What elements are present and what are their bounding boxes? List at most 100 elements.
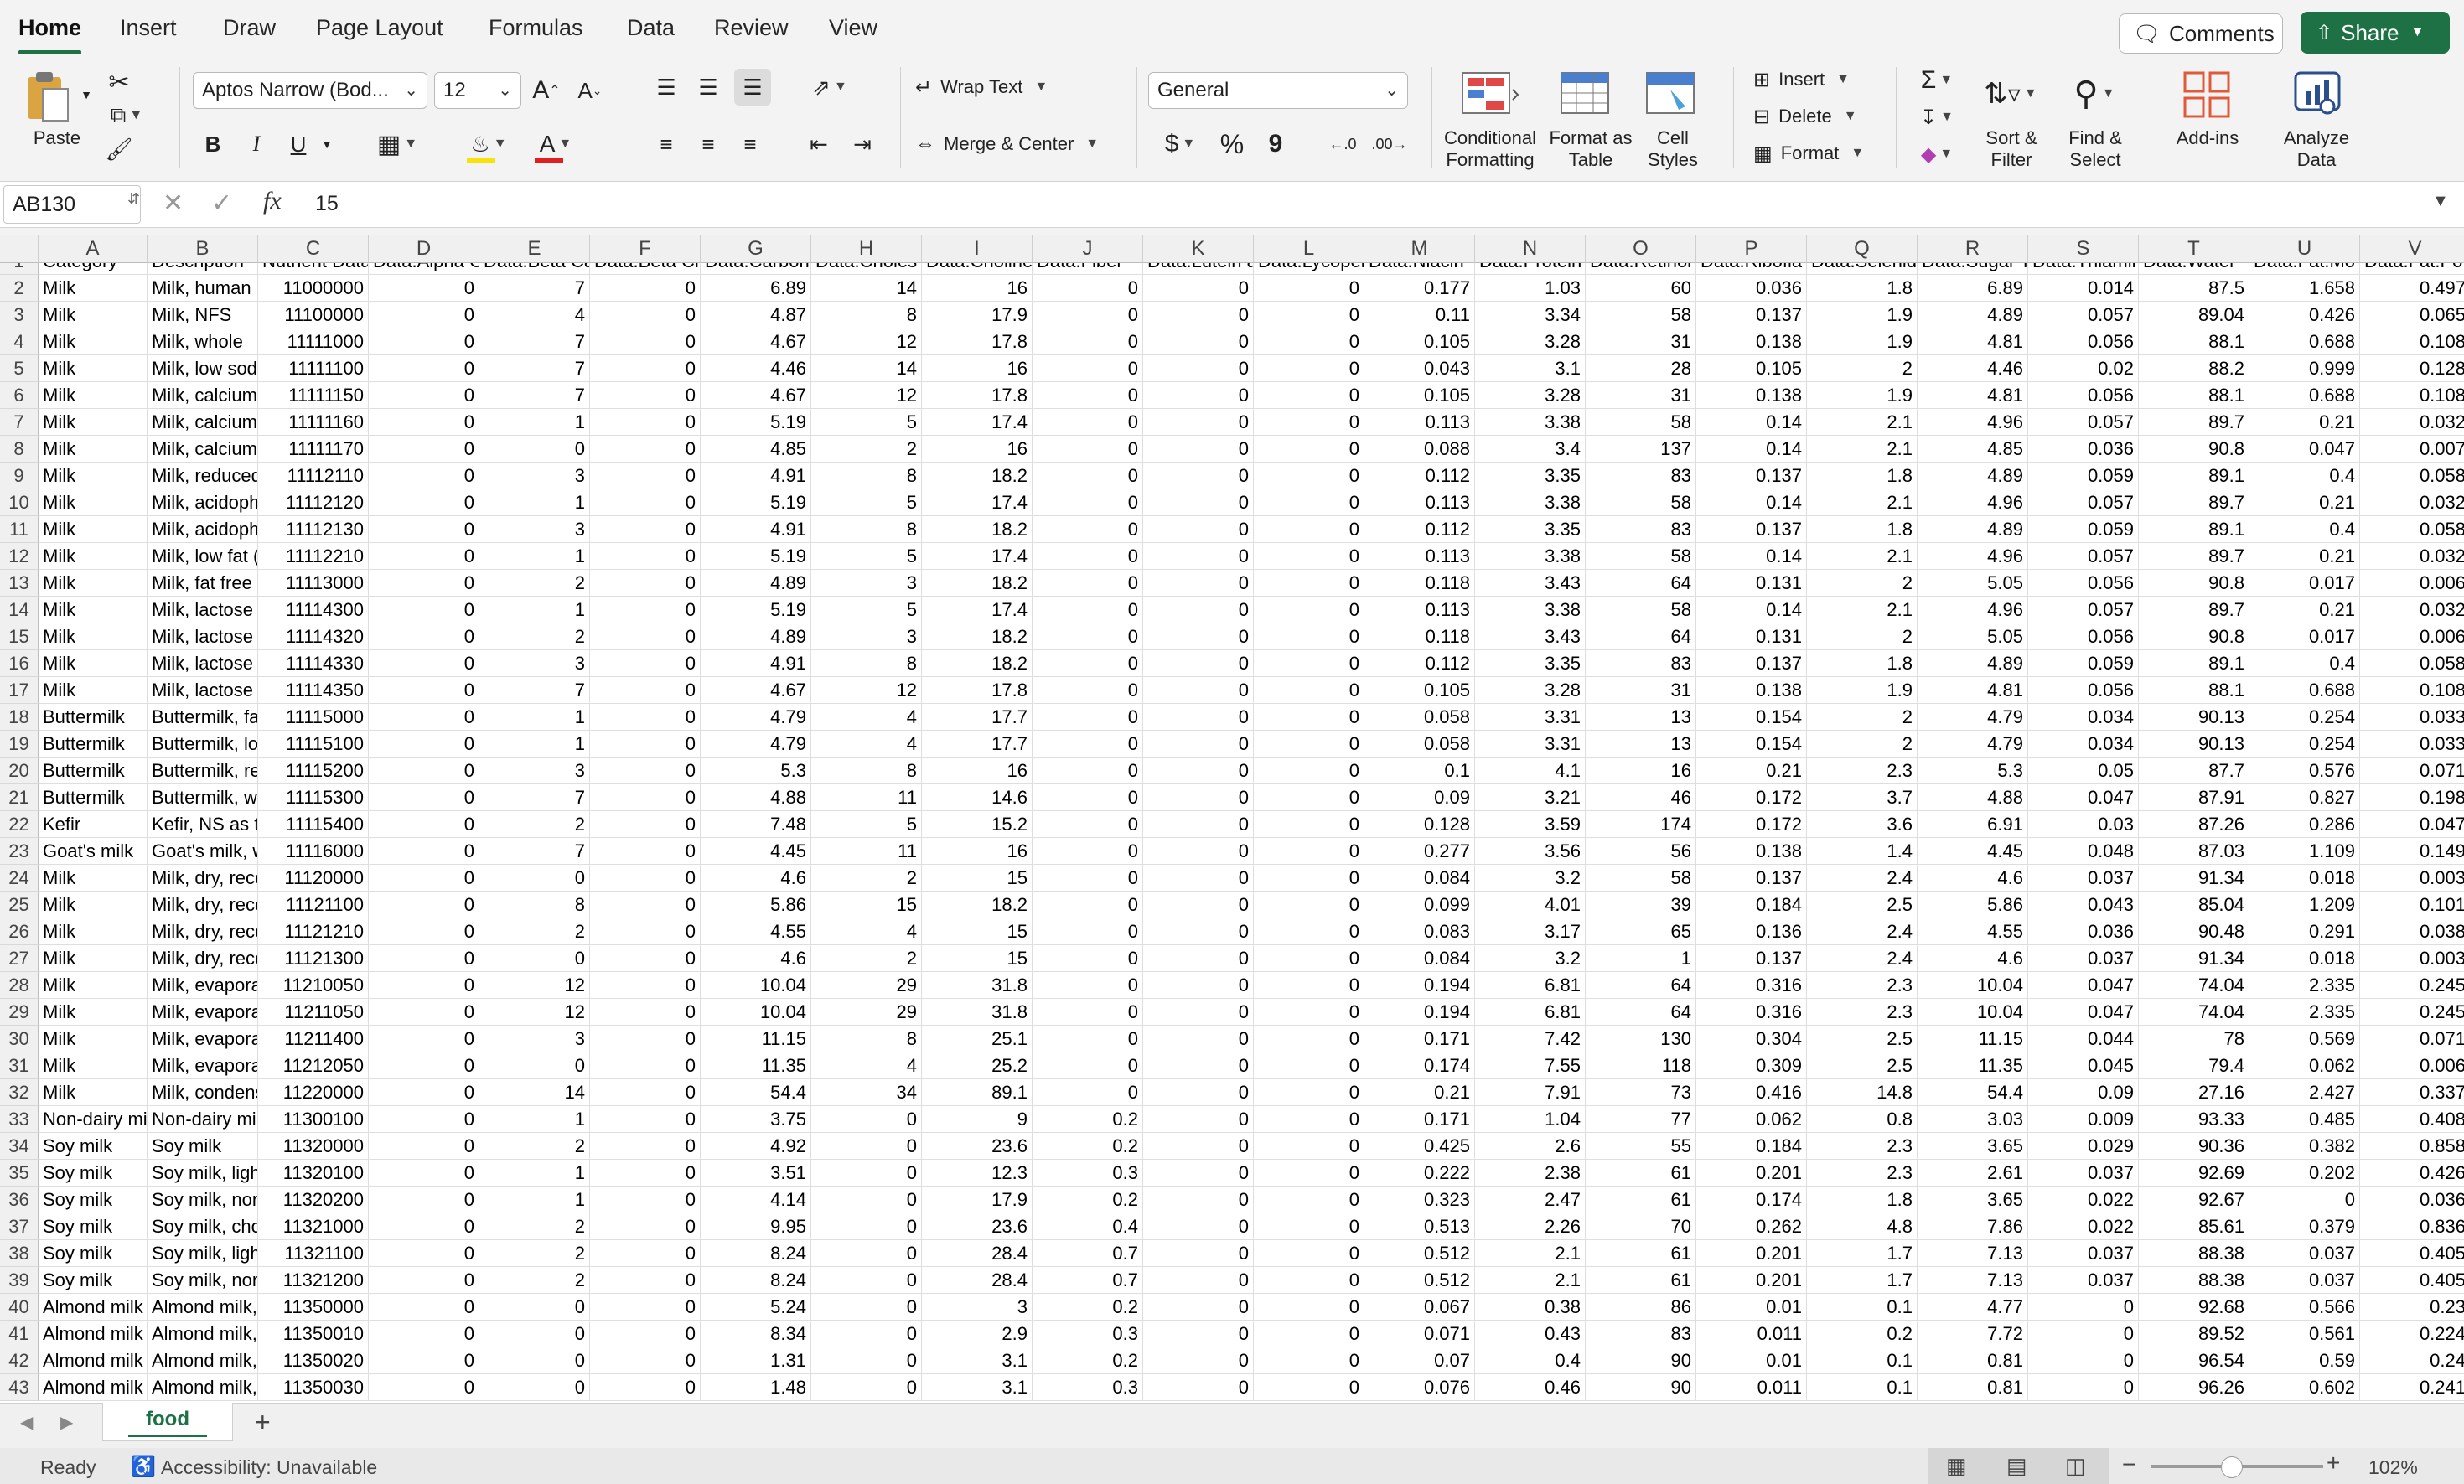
table-cell[interactable]: 18.2	[922, 516, 1033, 543]
table-cell[interactable]: 0	[1143, 1347, 1254, 1374]
table-cell[interactable]: 31.8	[922, 972, 1033, 999]
table-cell[interactable]: Milk	[39, 302, 148, 328]
table-cell[interactable]: 0	[1254, 355, 1364, 382]
table-cell[interactable]: 0	[1033, 838, 1143, 865]
table-cell[interactable]: 0.131	[1696, 623, 1807, 650]
table-cell[interactable]: 88.2	[2139, 355, 2249, 382]
table-cell[interactable]: 0	[1143, 677, 1254, 704]
table-cell[interactable]: 0.017	[2249, 570, 2360, 597]
table-cell[interactable]: 0	[590, 704, 701, 731]
table-cell[interactable]: 29	[811, 999, 922, 1026]
scroll-right-icon[interactable]: ▶	[60, 1412, 73, 1433]
table-cell[interactable]: 2.3	[1807, 999, 1918, 1026]
table-cell[interactable]: 137	[1586, 436, 1696, 463]
table-cell[interactable]: 27.16	[2139, 1079, 2249, 1106]
table-cell[interactable]: Buttermilk, fa	[148, 704, 258, 731]
table-cell[interactable]: 0	[811, 1160, 922, 1187]
table-cell[interactable]: 0	[1143, 650, 1254, 677]
table-cell[interactable]: 0.128	[1364, 811, 1475, 838]
table-cell[interactable]: 0.2	[1033, 1294, 1143, 1321]
table-cell[interactable]: 5	[811, 409, 922, 436]
table-cell[interactable]: 11	[811, 838, 922, 865]
row-header[interactable]: 32	[0, 1079, 39, 1106]
table-cell[interactable]: 5	[811, 543, 922, 570]
table-cell[interactable]: 39	[1586, 892, 1696, 918]
table-cell[interactable]: 54.4	[701, 1079, 811, 1106]
table-cell[interactable]: Milk	[39, 865, 148, 892]
table-cell[interactable]: 4.85	[701, 436, 811, 463]
table-cell[interactable]: 0	[590, 570, 701, 597]
table-cell[interactable]: 11114350	[258, 677, 369, 704]
table-cell[interactable]: 4.79	[701, 704, 811, 731]
table-cell[interactable]: 0.105	[1696, 355, 1807, 382]
table-cell[interactable]: 0	[1143, 1213, 1254, 1240]
table-cell[interactable]: 3.43	[1475, 570, 1586, 597]
table-cell[interactable]: Milk	[39, 516, 148, 543]
column-header-i[interactable]: I	[922, 235, 1033, 263]
table-cell[interactable]: 10.04	[701, 972, 811, 999]
table-cell[interactable]: 2.335	[2249, 999, 2360, 1026]
table-cell[interactable]: 0	[811, 1374, 922, 1401]
table-cell[interactable]: 1	[479, 731, 590, 758]
table-cell[interactable]: 0.21	[1696, 758, 1807, 784]
table-cell[interactable]: 0.138	[1696, 838, 1807, 865]
table-cell[interactable]: 0	[590, 999, 701, 1026]
table-cell[interactable]: 18.2	[922, 570, 1033, 597]
table-cell[interactable]: 0.056	[2028, 677, 2139, 704]
table-cell[interactable]: 0.036	[2360, 1187, 2464, 1213]
table-cell[interactable]: Milk	[39, 597, 148, 623]
table-cell[interactable]: 3.7	[1807, 784, 1918, 811]
table-cell[interactable]: 0	[590, 516, 701, 543]
format-painter-icon[interactable]: 🖌	[104, 134, 134, 164]
table-cell[interactable]: 0.836	[2360, 1213, 2464, 1240]
table-cell[interactable]: 11000000	[258, 275, 369, 302]
row-header[interactable]: 36	[0, 1187, 39, 1213]
table-cell[interactable]: 11211050	[258, 999, 369, 1026]
table-cell[interactable]: 0	[1033, 328, 1143, 355]
table-cell[interactable]: 0	[1254, 865, 1364, 892]
percent-button[interactable]: %	[1215, 127, 1249, 161]
table-cell[interactable]: 11111100	[258, 355, 369, 382]
table-cell[interactable]: Buttermilk, w	[148, 784, 258, 811]
table-cell[interactable]: 0.003	[2360, 945, 2464, 972]
table-cell[interactable]: 0.184	[1696, 1133, 1807, 1160]
table-cell[interactable]: Milk	[39, 945, 148, 972]
table-cell[interactable]: 0.056	[2028, 382, 2139, 409]
table-cell[interactable]: 0	[1254, 302, 1364, 328]
paste-button[interactable]: Paste	[23, 127, 91, 149]
table-cell[interactable]: 96.54	[2139, 1347, 2249, 1374]
table-cell[interactable]: 11111170	[258, 436, 369, 463]
table-cell[interactable]: 0	[369, 302, 479, 328]
table-cell[interactable]: 4.79	[701, 731, 811, 758]
table-cell[interactable]: 5	[811, 597, 922, 623]
table-cell[interactable]: 0.059	[2028, 650, 2139, 677]
table-cell[interactable]: 0.405	[2360, 1240, 2464, 1267]
table-cell[interactable]: 0.426	[2360, 1160, 2464, 1187]
table-cell[interactable]: Almond milk,	[148, 1347, 258, 1374]
table-cell[interactable]: 0	[590, 731, 701, 758]
table-cell[interactable]: 0.138	[1696, 382, 1807, 409]
table-cell[interactable]: 0.7	[1033, 1240, 1143, 1267]
table-cell[interactable]: 0	[1033, 677, 1143, 704]
table-cell[interactable]: 0.21	[2249, 489, 2360, 516]
table-cell[interactable]: 0.137	[1696, 516, 1807, 543]
add-sheet-icon[interactable]: +	[255, 1407, 271, 1438]
table-cell[interactable]: 0.323	[1364, 1187, 1475, 1213]
zoom-level[interactable]: 102%	[2368, 1456, 2418, 1479]
table-cell[interactable]: Almond milk,	[148, 1374, 258, 1401]
table-cell[interactable]: 2.3	[1807, 972, 1918, 999]
table-cell[interactable]: 0.128	[2360, 355, 2464, 382]
table-cell[interactable]: 12	[479, 972, 590, 999]
table-cell[interactable]: 4.67	[701, 382, 811, 409]
table-cell[interactable]: 0	[1033, 731, 1143, 758]
number-format-combo[interactable]: General ⌄	[1148, 72, 1408, 109]
table-cell[interactable]: Goat's milk, w	[148, 838, 258, 865]
table-cell[interactable]: 0.006	[2360, 623, 2464, 650]
table-cell[interactable]: 0.099	[1364, 892, 1475, 918]
table-cell[interactable]: Goat's milk	[39, 838, 148, 865]
table-cell[interactable]: 0	[479, 1294, 590, 1321]
table-cell[interactable]: Milk	[39, 1052, 148, 1079]
table-cell[interactable]: 3	[479, 650, 590, 677]
table-cell[interactable]: 58	[1586, 489, 1696, 516]
table-cell[interactable]: 11.35	[1918, 1052, 2028, 1079]
